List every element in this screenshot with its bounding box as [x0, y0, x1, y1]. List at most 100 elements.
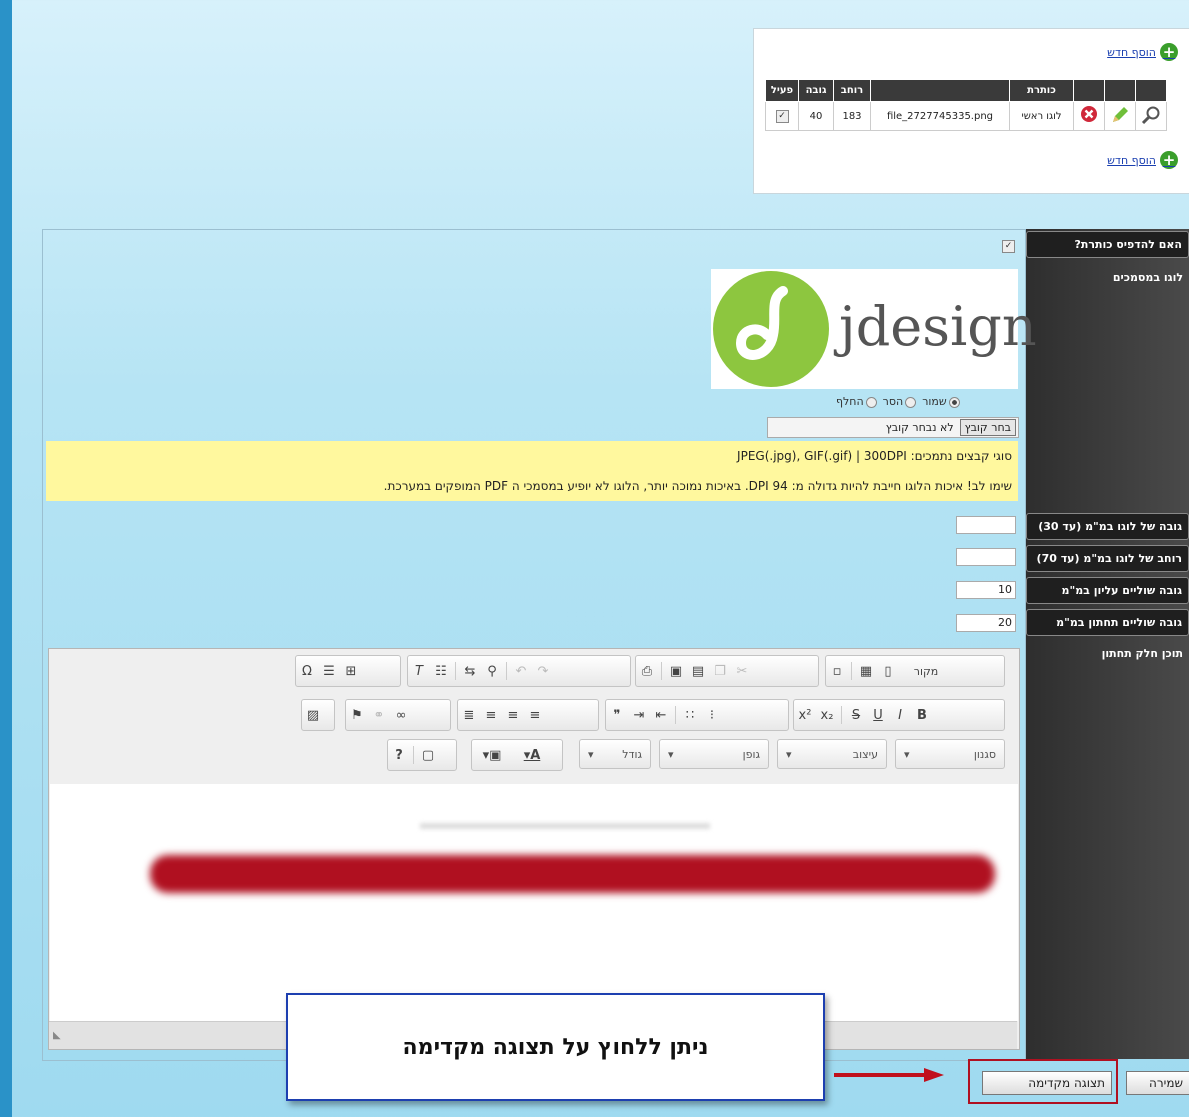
bg-color-icon[interactable]: ▾▣	[472, 748, 512, 763]
preview-doc-icon[interactable]: ▫	[826, 664, 848, 679]
resize-handle-icon[interactable]: ◣	[53, 1030, 61, 1041]
toolbar-block-group: ❞ ⇥ ⇤ ∷ ⁝	[605, 699, 789, 731]
logo-action-radios: שמור הסר החלף	[836, 395, 960, 408]
strike-icon[interactable]: S	[845, 708, 867, 723]
select-all-icon[interactable]: ☷	[430, 664, 452, 679]
underline-icon[interactable]: U	[867, 708, 889, 723]
special-char-icon[interactable]: Ω	[296, 664, 318, 679]
print-icon[interactable]: ⎙	[636, 664, 658, 679]
toolbar-clipboard-group: ⎙ ▣ ▤ ❐ ✂	[635, 655, 819, 687]
logo-height-input[interactable]	[956, 516, 1016, 534]
blurred-text	[420, 823, 710, 829]
bold-icon[interactable]: B	[911, 708, 933, 723]
subscript-icon[interactable]: x₂	[816, 708, 838, 723]
logo-image: jdesign	[711, 269, 1037, 389]
add-new-link-top[interactable]: + הוסף חדש	[1107, 43, 1178, 61]
file-cell: file_2727745335.png	[870, 101, 1010, 131]
delete-button[interactable]	[1073, 101, 1105, 131]
logo-width-input[interactable]	[956, 548, 1016, 566]
align-right-icon[interactable]: ≡	[480, 708, 502, 723]
outdent-icon[interactable]: ⇤	[650, 708, 672, 723]
toolbar-document-group: ▫ ▦ ▯ מקור	[825, 655, 1005, 687]
print-title-label: האם להדפיס כותרת?	[1026, 231, 1189, 258]
col-edit	[1104, 79, 1136, 102]
logo-docs-label: לוגו במסמכים	[1112, 271, 1183, 284]
style-select[interactable]: סגנון ▾	[895, 739, 1005, 769]
link-icon[interactable]: ∞	[390, 708, 412, 723]
view-button[interactable]	[1135, 101, 1167, 131]
magnifier-icon	[1140, 105, 1162, 127]
copy-icon[interactable]: ❐	[709, 664, 731, 679]
col-title: כותרת	[1009, 79, 1074, 102]
source-button[interactable]: מקור	[899, 665, 953, 678]
edit-button[interactable]	[1104, 101, 1136, 131]
toolbar-image-group: ▨	[301, 699, 335, 731]
new-page-icon[interactable]: ▯	[877, 664, 899, 679]
plus-icon: +	[1160, 43, 1178, 61]
size-select[interactable]: גודל ▾	[579, 739, 651, 769]
editor-content-area[interactable]	[50, 784, 1018, 1021]
active-checkbox[interactable]: ✓	[765, 101, 799, 131]
format-select[interactable]: עיצוב ▾	[777, 739, 887, 769]
numbered-list-icon[interactable]: ⁝	[701, 708, 723, 723]
toolbar-help-group: ? ▢	[387, 739, 457, 771]
height-cell: 40	[798, 101, 834, 131]
pencil-icon	[1109, 105, 1131, 127]
image-icon[interactable]: ▨	[302, 708, 324, 723]
radio-keep[interactable]: שמור	[922, 395, 960, 408]
cut-icon[interactable]: ✂	[731, 664, 753, 679]
footer-content-label: תוכן חלק תחתון	[1101, 647, 1183, 660]
blurred-content	[150, 855, 995, 893]
text-color-icon[interactable]: ▾A	[512, 748, 552, 763]
templates-icon[interactable]: ▦	[855, 664, 877, 679]
align-left-icon[interactable]: ≡	[524, 708, 546, 723]
replace-icon[interactable]: ⇆	[459, 664, 481, 679]
col-width: רוחב	[833, 79, 871, 102]
callout-box: ניתן ללחוץ על תצוגה מקדימה	[286, 993, 825, 1101]
redo-icon[interactable]: ↷	[532, 664, 554, 679]
undo-icon[interactable]: ↶	[510, 664, 532, 679]
toolbar-text-group: x² x₂ S U I B	[793, 699, 1005, 731]
align-center-icon[interactable]: ≡	[502, 708, 524, 723]
paste-word-icon[interactable]: ▣	[665, 664, 687, 679]
add-new-label: הוסף חדש	[1107, 153, 1156, 167]
superscript-icon[interactable]: x²	[794, 708, 816, 723]
print-title-checkbox[interactable]: ✓	[1002, 240, 1015, 253]
file-input[interactable]: בחר קובץ לא נבחר קובץ	[767, 417, 1019, 438]
col-height: גובה	[798, 79, 834, 102]
add-new-label: הוסף חדש	[1107, 45, 1156, 59]
blockquote-icon[interactable]: ❞	[606, 708, 628, 723]
table-icon[interactable]: ⊞	[340, 664, 362, 679]
font-select[interactable]: גופן ▾	[659, 739, 769, 769]
unlink-icon[interactable]: ⚭	[368, 708, 390, 723]
toolbar-insert-group: Ω ☰ ⊞	[295, 655, 401, 687]
justify-icon[interactable]: ≣	[458, 708, 480, 723]
preview-button[interactable]: תצוגה מקדימה	[982, 1071, 1112, 1095]
paste-text-icon[interactable]: ▤	[687, 664, 709, 679]
col-view	[1135, 79, 1167, 102]
choose-file-button[interactable]: בחר קובץ	[959, 419, 1016, 436]
radio-replace[interactable]: החלף	[836, 395, 877, 408]
about-icon[interactable]: ▢	[417, 748, 439, 763]
indent-icon[interactable]: ⇥	[628, 708, 650, 723]
anchor-icon[interactable]: ⚑	[346, 708, 368, 723]
bullet-list-icon[interactable]: ∷	[679, 708, 701, 723]
toolbar-color-group: ▾▣ ▾A	[471, 739, 563, 771]
table-row: ✓ 40 183 file_2727745335.png לוגו ראשי	[765, 101, 1167, 131]
arrow-icon	[834, 1068, 944, 1082]
italic-icon[interactable]: I	[889, 708, 911, 723]
help-icon[interactable]: ?	[388, 748, 410, 763]
find-icon[interactable]: ⚲	[481, 664, 503, 679]
width-cell: 183	[833, 101, 871, 131]
save-button[interactable]: שמירה	[1126, 1071, 1189, 1095]
no-file-label: לא נבחר קובץ	[885, 421, 954, 434]
bottom-margin-input[interactable]: 20	[956, 614, 1016, 632]
radio-remove[interactable]: הסר	[883, 395, 917, 408]
remove-format-icon[interactable]: T	[408, 664, 430, 679]
horizontal-line-icon[interactable]: ☰	[318, 664, 340, 679]
toolbar-link-group: ⚑ ⚭ ∞	[345, 699, 451, 731]
logo-wordmark: jdesign	[839, 295, 1037, 358]
add-new-link-bottom[interactable]: + הוסף חדש	[1107, 151, 1178, 169]
top-margin-input[interactable]: 10	[956, 581, 1016, 599]
bottom-margin-label: גובה שוליים תחתון במ"מ	[1026, 609, 1189, 636]
